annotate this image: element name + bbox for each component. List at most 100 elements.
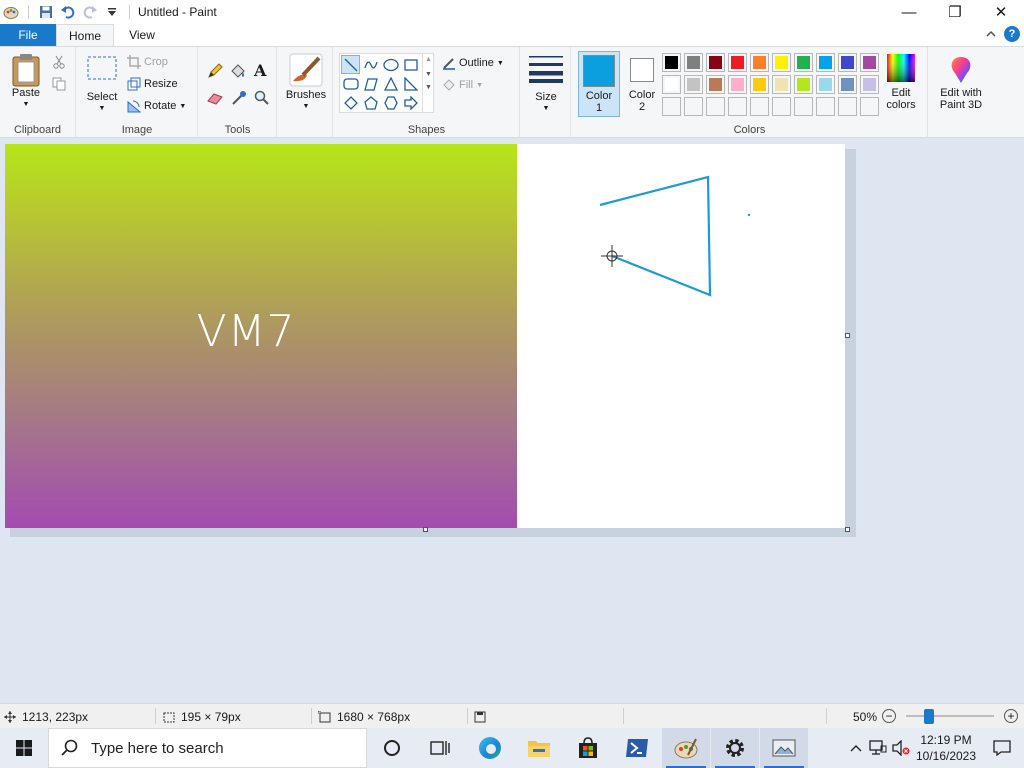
pencil-icon[interactable] <box>207 63 223 82</box>
paint-taskbar-button[interactable] <box>662 728 710 768</box>
rotate-button[interactable]: Rotate ▼ <box>127 97 186 115</box>
zoom-slider-track[interactable] <box>906 715 994 717</box>
zoom-slider-thumb[interactable] <box>924 709 934 724</box>
file-explorer-taskbar-button[interactable] <box>515 728 563 768</box>
palette-swatch[interactable] <box>816 97 835 116</box>
edge-taskbar-button[interactable] <box>466 728 514 768</box>
canvas-area[interactable]: VM7 <box>0 139 1024 703</box>
oval-shape-icon[interactable] <box>381 55 400 74</box>
palette-swatch[interactable] <box>728 97 747 116</box>
start-button[interactable] <box>0 728 48 768</box>
curve-shape-icon[interactable] <box>361 55 380 74</box>
palette-swatch[interactable] <box>860 75 879 94</box>
resize-handle-corner[interactable] <box>845 527 850 532</box>
palette-swatch[interactable] <box>662 75 681 94</box>
drawing-canvas[interactable]: VM7 <box>5 144 845 528</box>
size-button[interactable]: Size ▼ <box>527 55 565 115</box>
network-tray-button[interactable] <box>866 740 890 756</box>
palette-swatch[interactable] <box>838 97 857 116</box>
paint-app-icon[interactable] <box>2 3 20 21</box>
volume-tray-button[interactable] <box>890 740 912 756</box>
palette-swatch[interactable] <box>860 53 879 72</box>
scroll-up-icon[interactable]: ▲ <box>423 56 434 63</box>
pentagon-shape-icon[interactable] <box>361 93 380 112</box>
edit-colors-button[interactable]: Edit colors <box>880 53 922 111</box>
task-view-button[interactable] <box>416 728 464 768</box>
copy-icon[interactable] <box>52 77 66 94</box>
close-button[interactable]: ✕ <box>978 0 1024 24</box>
cortana-button[interactable] <box>368 728 416 768</box>
powershell-taskbar-button[interactable] <box>613 728 661 768</box>
customize-qat-icon[interactable] <box>103 3 121 21</box>
palette-swatch[interactable] <box>706 53 725 72</box>
paste-button[interactable]: Paste ▼ <box>6 53 46 111</box>
palette-swatch[interactable] <box>706 75 725 94</box>
line-shape-icon[interactable] <box>341 55 360 74</box>
save-icon[interactable] <box>37 3 55 21</box>
tab-file[interactable]: File <box>0 24 56 46</box>
notifications-button[interactable] <box>980 740 1024 756</box>
collapse-ribbon-icon[interactable] <box>986 27 996 41</box>
color-picker-icon[interactable] <box>231 90 247 109</box>
right-arrow-shape-icon[interactable] <box>401 93 420 112</box>
text-tool-icon[interactable]: A <box>254 61 266 80</box>
maximize-button[interactable]: ❐ <box>932 0 978 24</box>
zoom-out-button[interactable]: − <box>882 709 896 723</box>
resize-handle-right[interactable] <box>845 333 850 338</box>
palette-swatch[interactable] <box>794 53 813 72</box>
palette-swatch[interactable] <box>772 97 791 116</box>
rounded-rectangle-shape-icon[interactable] <box>341 74 360 93</box>
color2-button[interactable]: Color 2 <box>622 51 662 117</box>
eraser-icon[interactable] <box>207 91 223 108</box>
magnifier-icon[interactable] <box>254 90 270 109</box>
palette-swatch[interactable] <box>860 97 879 116</box>
image-viewer-taskbar-button[interactable] <box>760 728 808 768</box>
store-taskbar-button[interactable] <box>564 728 612 768</box>
palette-swatch[interactable] <box>750 75 769 94</box>
fill-button[interactable]: Fill ▼ <box>442 76 483 94</box>
settings-taskbar-button[interactable] <box>711 728 759 768</box>
shapes-scroll[interactable]: ▲ ▼ ▼ <box>422 54 434 112</box>
minimize-button[interactable]: — <box>886 0 932 24</box>
help-button[interactable]: ? <box>1004 26 1020 42</box>
fill-bucket-icon[interactable] <box>230 63 246 82</box>
palette-swatch[interactable] <box>662 53 681 72</box>
palette-swatch[interactable] <box>750 97 769 116</box>
cut-icon[interactable] <box>52 55 66 72</box>
palette-swatch[interactable] <box>838 53 857 72</box>
polygon-shape-icon[interactable] <box>361 74 380 93</box>
select-button[interactable]: Select ▼ <box>83 55 121 115</box>
scroll-down-icon[interactable]: ▼ <box>423 71 434 78</box>
tab-view[interactable]: View <box>116 24 168 46</box>
palette-swatch[interactable] <box>794 97 813 116</box>
palette-swatch[interactable] <box>772 53 791 72</box>
right-triangle-shape-icon[interactable] <box>401 74 420 93</box>
palette-swatch[interactable] <box>750 53 769 72</box>
resize-button[interactable]: Resize <box>127 75 178 93</box>
palette-swatch[interactable] <box>728 75 747 94</box>
undo-icon[interactable] <box>59 3 77 21</box>
outline-button[interactable]: Outline ▼ <box>442 54 504 72</box>
resize-handle-bottom[interactable] <box>423 527 428 532</box>
palette-swatch[interactable] <box>816 75 835 94</box>
triangle-shape-icon[interactable] <box>381 74 400 93</box>
palette-swatch[interactable] <box>662 97 681 116</box>
rectangle-shape-icon[interactable] <box>401 55 420 74</box>
palette-swatch[interactable] <box>684 53 703 72</box>
zoom-in-button[interactable]: + <box>1004 709 1018 723</box>
diamond-shape-icon[interactable] <box>341 93 360 112</box>
palette-swatch[interactable] <box>684 97 703 116</box>
tab-home[interactable]: Home <box>56 24 114 46</box>
color1-button[interactable]: Color 1 <box>578 51 620 117</box>
palette-swatch[interactable] <box>772 75 791 94</box>
redo-icon[interactable] <box>81 3 99 21</box>
crop-button[interactable]: Crop <box>127 53 168 71</box>
palette-swatch[interactable] <box>728 53 747 72</box>
palette-swatch[interactable] <box>794 75 813 94</box>
hexagon-shape-icon[interactable] <box>381 93 400 112</box>
expand-gallery-icon[interactable]: ▼ <box>423 84 434 91</box>
brushes-button[interactable]: Brushes ▼ <box>284 53 328 113</box>
palette-swatch[interactable] <box>706 97 725 116</box>
taskbar-search-box[interactable]: Type here to search <box>48 728 367 768</box>
palette-swatch[interactable] <box>838 75 857 94</box>
